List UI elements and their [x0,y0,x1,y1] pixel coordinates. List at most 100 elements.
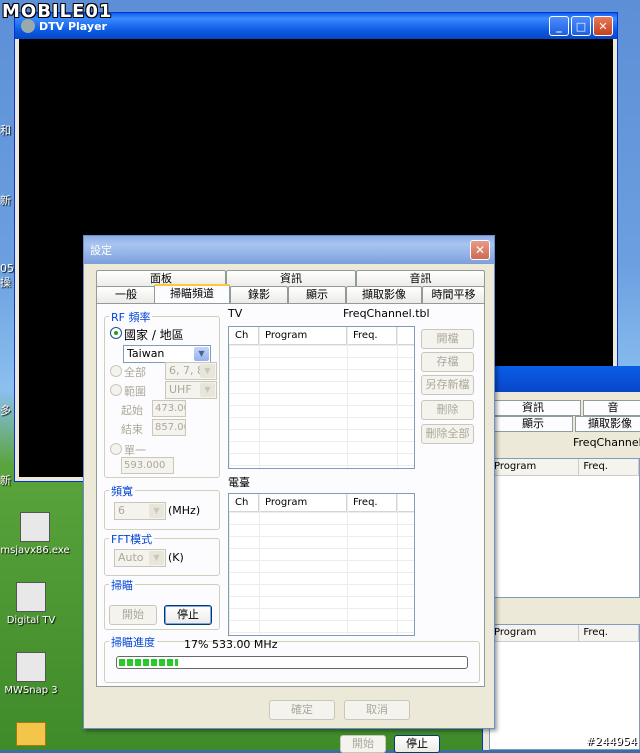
range-radio[interactable] [110,384,122,396]
save-as-button[interactable]: 另存新檔 [421,375,474,395]
all-select[interactable]: 6, 7, 8 ▼ [165,362,217,380]
chevron-down-icon: ▼ [149,504,164,518]
tab-display[interactable]: 顯示 [288,286,346,303]
background-settings-window: 資訊 音 顯示 擷取影像 FreqChannel.tb Program Freq… [482,366,640,750]
tab-info[interactable]: 資訊 [226,270,356,287]
single-label: 單一 [124,444,146,457]
desktop-icon-label: MWSnap 3 [4,685,58,696]
tab-general[interactable]: 一般 [96,286,156,303]
list-header: Program Freq. [490,625,639,642]
desktop-edge-text: 和 [0,124,11,137]
folder-icon [16,722,46,746]
radio-channel-list[interactable]: Ch Program Freq. [228,493,415,636]
tab-audio[interactable]: 音訊 [356,270,485,287]
tab-capture[interactable]: 擷取影像 [346,286,422,303]
rf-frequency-label: RF 頻率 [109,309,153,325]
tab-audio[interactable]: 音 [583,400,640,416]
desktop-icon-mwsnap[interactable]: MWSnap 3 [0,652,66,696]
minimize-icon[interactable]: _ [549,16,569,36]
scan-start-button[interactable]: 開始 [109,605,157,625]
desktop-icon-label: Digital TV [6,615,56,626]
tab-info[interactable]: 資訊 [485,400,581,416]
country-radio[interactable] [110,327,122,339]
fft-select[interactable]: Auto ▼ [114,549,166,567]
delete-button[interactable]: 刪除 [421,400,474,420]
digital-tv-icon [16,582,46,612]
end-freq-field[interactable]: 857.00 [152,419,186,436]
fft-unit: (K) [168,551,184,564]
col-freq: Freq. [579,625,639,641]
background-title-bar[interactable] [483,366,640,392]
tab-scan-channel[interactable]: 掃瞄頻道 [154,284,230,303]
desktop-edge-text: 新 [0,474,11,487]
chevron-down-icon: ▼ [149,551,164,565]
bandwidth-unit: (MHz) [168,504,201,517]
bandwidth-value: 6 [118,504,125,517]
country-value: Taiwan [127,347,165,360]
desktop-icon-digital-tv[interactable]: Digital TV [0,582,66,626]
list-grid [229,345,414,468]
col-divider [397,494,398,635]
desktop-icon-label: msjavx86.exe [0,545,70,556]
bg-stop-button[interactable]: 停止 [394,735,440,753]
start-freq-field[interactable]: 473.00 [152,400,186,417]
dialog-title-bar[interactable]: 設定 ✕ [84,236,494,264]
watermark-id: #244954 [585,735,637,748]
mobile01-logo: MOBILE01 [2,1,113,22]
start-freq-label: 起始 [121,404,143,417]
list-header: Program Freq. [490,459,639,476]
java-setup-icon [20,512,50,542]
col-divider [347,494,348,635]
country-select[interactable]: Taiwan ▼ [123,345,211,363]
scan-label: 掃瞄 [109,577,135,593]
open-file-button[interactable]: 開檔 [421,329,474,349]
col-divider [397,327,398,468]
single-radio[interactable] [110,443,122,455]
col-program: Program [490,625,580,641]
radio-channel-list[interactable]: Program Freq. [489,624,640,750]
chevron-down-icon: ▼ [200,383,215,397]
fft-label: FFT模式 [109,531,155,547]
delete-all-button[interactable]: 刪除全部 [421,424,474,444]
tv-channel-list[interactable]: Ch Program Freq. [228,326,415,469]
tv-channel-list[interactable]: Program Freq. [489,458,640,598]
all-radio[interactable] [110,365,122,377]
range-label: 範圍 [124,385,146,398]
tab-display[interactable]: 顯示 [493,416,573,432]
desktop-icon-folder[interactable] [0,722,66,749]
ok-button[interactable]: 確定 [269,700,335,720]
desktop-edge-text: 新 [0,194,11,207]
save-file-button[interactable]: 存檔 [421,352,474,372]
list-header: Ch Program Freq. [229,494,414,512]
close-icon[interactable]: ✕ [470,240,490,260]
single-freq-field[interactable]: 593.000 [121,457,174,474]
radio-list-label: 電臺 [228,476,250,489]
country-label: 國家 / 地區 [124,328,184,342]
cancel-button[interactable]: 取消 [344,700,410,720]
tab-capture[interactable]: 擷取影像 [575,416,640,432]
close-icon[interactable]: ✕ [593,16,613,36]
list-grid [229,512,414,635]
col-ch: Ch [229,494,259,511]
desktop-icon-msjavx86[interactable]: msjavx86.exe [0,512,70,556]
col-program: Program [259,494,347,511]
chevron-down-icon: ▼ [194,347,209,361]
desktop-edge-text: 多 [0,404,11,417]
bandwidth-label: 頻寬 [109,483,135,499]
desktop-edge-text: 操 [0,276,11,289]
col-divider [259,327,260,468]
list-header: Ch Program Freq. [229,327,414,345]
tv-file-name: FreqChannel.tbl [343,307,430,320]
range-select[interactable]: UHF ▼ [165,381,217,399]
scan-stop-button[interactable]: 停止 [164,605,212,625]
col-freq: Freq. [347,327,397,344]
scan-progress-text: 17% 533.00 MHz [184,638,278,651]
tab-record[interactable]: 錄影 [230,286,288,303]
bg-start-button[interactable]: 開始 [340,735,386,753]
col-ch: Ch [229,327,259,344]
tab-timeshift[interactable]: 時間平移 [422,286,485,303]
chevron-down-icon: ▼ [200,364,215,378]
bandwidth-select[interactable]: 6 ▼ [114,502,166,520]
fft-value: Auto [118,551,144,564]
maximize-icon[interactable]: □ [571,16,591,36]
